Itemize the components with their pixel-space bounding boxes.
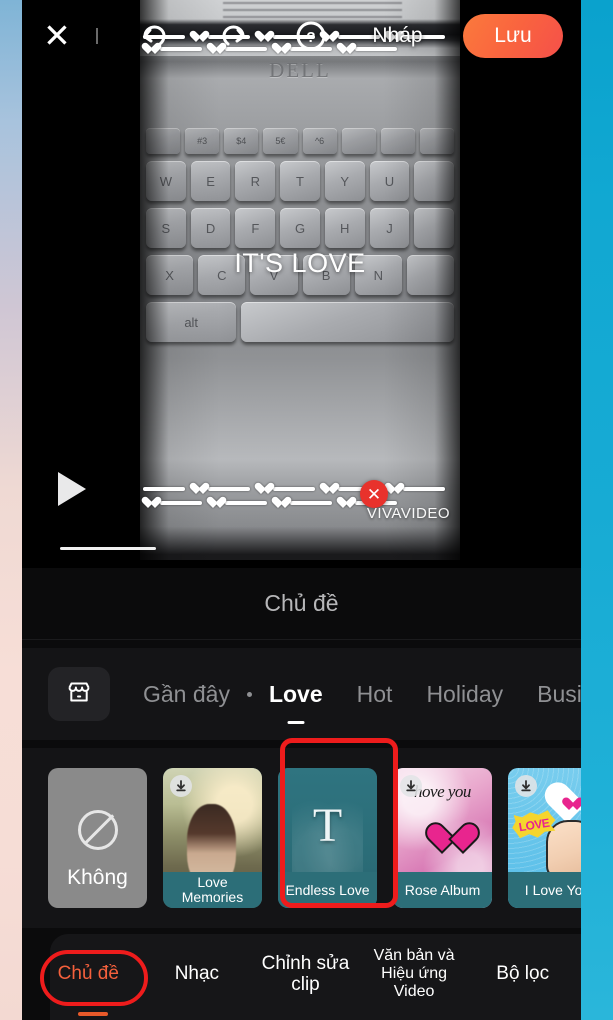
playback-progress-bar[interactable] <box>60 547 156 550</box>
app-body: DELL #3 $4 5€ ^6 W E <box>22 0 581 1020</box>
close-x-icon[interactable]: ✕ <box>40 19 74 53</box>
save-button[interactable]: Lưu <box>463 14 563 58</box>
panel-title: Chủ đề <box>22 568 581 640</box>
play-button[interactable] <box>58 472 86 506</box>
nav-item-theme[interactable]: Chủ đề <box>34 963 143 984</box>
tab-love[interactable]: Love <box>252 681 340 708</box>
theme-item-endless-love[interactable]: T Endless Love <box>278 768 377 908</box>
redo-arrow-icon[interactable] <box>216 19 250 53</box>
question-mark-icon[interactable]: ? <box>294 19 328 53</box>
theme-item-i-love-you[interactable]: LOVE I Love You <box>508 768 581 908</box>
download-icon[interactable] <box>170 775 192 797</box>
theme-item-none[interactable]: Không <box>48 768 147 908</box>
video-frame[interactable]: DELL #3 $4 5€ ^6 W E <box>140 0 460 560</box>
theme-thumbnail-list: Không Love Memories T Endless Love hove … <box>22 748 581 928</box>
draft-label: Nháp <box>372 24 423 47</box>
nav-item-filter[interactable]: Bộ lọc <box>468 963 577 984</box>
tab-hot[interactable]: Hot <box>340 681 410 708</box>
svg-text:?: ? <box>307 29 316 46</box>
theme-label: Endless Love <box>278 872 377 908</box>
video-caption-text[interactable]: IT'S LOVE <box>140 248 460 279</box>
vivavideo-watermark: VIVAVIDEO <box>366 505 450 522</box>
nav-item-music[interactable]: Nhạc <box>143 963 252 984</box>
pink-heart-icon <box>562 798 577 812</box>
store-button[interactable] <box>48 667 110 721</box>
wallpaper-strip-right <box>581 0 613 1020</box>
theme-label: Không <box>67 865 128 889</box>
wallpaper-strip-left <box>0 0 22 1020</box>
tab-recent[interactable]: Gần đây <box>126 681 247 708</box>
theme-item-love-memories[interactable]: Love Memories <box>163 768 262 908</box>
theme-item-rose-album[interactable]: hove you Rose Album <box>393 768 492 908</box>
tab-list: Gần đây Love Hot Holiday Busine <box>126 681 581 708</box>
theme-label: I Love You <box>508 872 581 908</box>
nav-item-text-and-video-effects[interactable]: Văn bản và Hiệu ứng Video <box>360 947 469 1001</box>
text-t-glyph-icon: T <box>312 799 343 852</box>
nav-item-edit-clip[interactable]: Chỉnh sửa clip <box>251 953 360 996</box>
download-icon[interactable] <box>515 775 537 797</box>
app-root: DELL #3 $4 5€ ^6 W E <box>0 0 613 1020</box>
theme-category-tabs: Gần đây Love Hot Holiday Busine <box>22 648 581 740</box>
download-icon[interactable] <box>400 775 422 797</box>
store-shop-icon <box>65 678 93 711</box>
top-toolbar: ✕ ? Nháp Lưu <box>22 0 581 72</box>
theme-label: Love Memories <box>163 872 262 908</box>
tab-business[interactable]: Busine <box>520 681 581 708</box>
theme-label: Rose Album <box>393 872 492 908</box>
bottom-nav-items: Chủ đề Nhạc Chỉnh sửa clip Văn bản và Hi… <box>22 928 581 1020</box>
no-theme-icon <box>77 809 118 850</box>
heart-icon <box>427 824 459 853</box>
nav-active-indicator <box>78 1012 108 1016</box>
bottom-navigation: Chủ đề Nhạc Chỉnh sửa clip Văn bản và Hi… <box>22 928 581 1020</box>
undo-arrow-icon[interactable] <box>138 19 172 53</box>
video-preview-stage[interactable]: DELL #3 $4 5€ ^6 W E <box>22 0 581 568</box>
watermark-close-icon[interactable]: ✕ <box>360 480 388 508</box>
tab-holiday[interactable]: Holiday <box>409 681 520 708</box>
